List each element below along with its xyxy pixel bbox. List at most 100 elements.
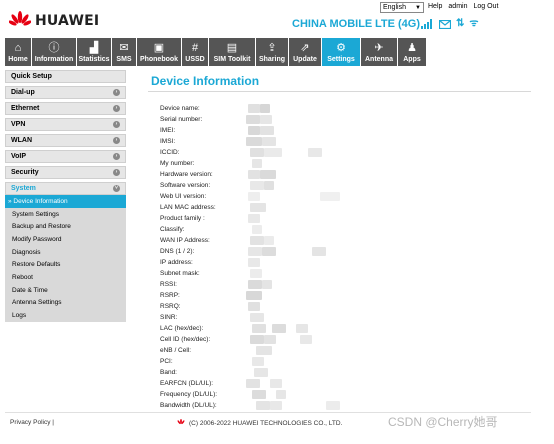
sidebar: Quick Setup Dial-up › Ethernet › VPN › WLAN › VoI… (5, 70, 126, 322)
sidebar-group-vpn[interactable]: VPN › (5, 118, 126, 131)
field-label: EARFCN (DL/UL): (160, 380, 214, 387)
field-label: IP address: (160, 259, 193, 266)
sidebar-item-modify-password[interactable]: Modify Password (5, 233, 126, 246)
wifi-icon: ᯤ (469, 18, 479, 29)
sidebar-group-label: Ethernet (11, 105, 40, 112)
redacted-value (300, 335, 312, 344)
device-info-row: Cell ID (hex/dec): (160, 334, 312, 345)
redacted-value (248, 280, 262, 289)
device-info-row: Subnet mask: (160, 268, 262, 279)
nav-label: SMS (116, 56, 132, 63)
device-info-row: EARFCN (DL/UL): (160, 378, 282, 389)
huawei-flower-icon (9, 11, 31, 26)
nav-label: Apps (403, 56, 421, 63)
field-label: Hardware version: (160, 171, 213, 178)
nav-phonebook[interactable]: ▣ Phonebook (137, 38, 181, 66)
redacted-value (264, 236, 274, 245)
sidebar-item-restore-defaults[interactable]: Restore Defaults (5, 258, 126, 271)
nav-sharing[interactable]: ⇪ Sharing (256, 38, 288, 66)
chevron-down-icon: ˅ (113, 185, 120, 192)
data-transfer-icon: ⇅ (456, 18, 465, 29)
redacted-value (246, 379, 260, 388)
sidebar-item-device-information[interactable]: » Device Information (5, 195, 126, 208)
field-label: eNB / Cell: (160, 347, 192, 354)
sidebar-item-logs[interactable]: Logs (5, 309, 126, 322)
nav-update[interactable]: ⇗ Update (289, 38, 321, 66)
update-icon: ⇗ (300, 42, 310, 54)
redacted-value (250, 335, 264, 344)
device-info-row: IMSI: (160, 136, 276, 147)
sidebar-item-system-settings[interactable]: System Settings (5, 208, 126, 221)
network-type: LTE (4G) (375, 18, 421, 30)
redacted-value (276, 390, 286, 399)
redacted-value (308, 148, 322, 157)
redacted-value (248, 214, 260, 223)
sidebar-group-voip[interactable]: VoIP › (5, 150, 126, 163)
device-info-row: ICCID: (160, 147, 322, 158)
nav-statistics[interactable]: ▟ Statistics (77, 38, 111, 66)
redacted-value (246, 291, 262, 300)
redacted-value (248, 258, 260, 267)
redacted-value (248, 126, 260, 135)
sidebar-group-label: VoIP (11, 153, 27, 160)
sidebar-item-diagnosis[interactable]: Diagnosis (5, 246, 126, 259)
watermark: CSDN @Cherry她哥 (388, 415, 498, 429)
phonebook-icon: ▣ (153, 42, 165, 54)
language-select[interactable]: English ▼ (380, 2, 424, 13)
redacted-value (264, 148, 282, 157)
info-icon: ⓘ (48, 42, 60, 54)
field-label: Frequency (DL/UL): (160, 391, 218, 398)
redacted-value (260, 104, 270, 113)
settings-icon: ⚙ (336, 42, 346, 54)
sidebar-item-date-time[interactable]: Date & Time (5, 284, 126, 297)
sidebar-item-backup-and-restore[interactable]: Backup and Restore (5, 220, 126, 233)
nav-apps[interactable]: ♟ Apps (398, 38, 426, 66)
huawei-mini-logo-icon (177, 419, 185, 425)
help-link[interactable]: Help (428, 3, 442, 10)
redacted-value (264, 181, 274, 190)
field-label: Product family : (160, 215, 205, 222)
sidebar-item-reboot[interactable]: Reboot (5, 271, 126, 284)
device-info-row: RSSI: (160, 279, 272, 290)
nav-home[interactable]: ⌂ Home (5, 38, 31, 66)
privacy-policy-link[interactable]: Privacy Policy | (10, 419, 54, 426)
redacted-value (246, 137, 262, 146)
device-info-row: WAN IP Address: (160, 235, 274, 246)
redacted-value (248, 192, 260, 201)
sidebar-group-security[interactable]: Security › (5, 166, 126, 179)
nav-label: Statistics (78, 56, 110, 63)
field-label: LAC (hex/dec): (160, 325, 204, 332)
nav-sim-toolkit[interactable]: ▤ SIM Toolkit (209, 38, 255, 66)
sidebar-group-dial-up[interactable]: Dial-up › (5, 86, 126, 99)
redacted-value (252, 159, 262, 168)
nav-information[interactable]: ⓘ Information (32, 38, 76, 66)
system-submenu: » Device Information System Settings Backu… (5, 195, 126, 322)
nav-sms[interactable]: ✉ SMS (112, 38, 136, 66)
brand-name: HUAWEI (35, 13, 100, 29)
nav-antenna[interactable]: ✈ Antenna (361, 38, 397, 66)
redacted-value (252, 225, 262, 234)
redacted-value (260, 170, 276, 179)
nav-settings[interactable]: ⚙ Settings (322, 38, 360, 66)
chevron-right-icon: › (113, 121, 120, 128)
ussd-icon: # (191, 42, 199, 54)
nav-label: Settings (327, 56, 355, 63)
copyright: (C) 2006-2022 HUAWEI TECHNOLOGIES CO., L… (176, 419, 342, 427)
redacted-value (296, 324, 308, 333)
redacted-value (250, 181, 264, 190)
device-info-row: Device name: (160, 103, 270, 114)
sidebar-group-system[interactable]: System ˅ (5, 182, 126, 195)
nav-ussd[interactable]: # USSD (182, 38, 208, 66)
logout-link[interactable]: Log Out (473, 3, 498, 10)
redacted-value (262, 280, 272, 289)
sidebar-group-wlan[interactable]: WLAN › (5, 134, 126, 147)
device-info-row: Software version: (160, 180, 274, 191)
user-link[interactable]: admin (448, 3, 467, 10)
chevron-right-icon: › (113, 153, 120, 160)
sidebar-group-quick-setup[interactable]: Quick Setup (5, 70, 126, 83)
title-divider (148, 91, 531, 92)
device-info-row: DNS (1 / 2): (160, 246, 326, 257)
sidebar-group-ethernet[interactable]: Ethernet › (5, 102, 126, 115)
sidebar-group-label: Quick Setup (11, 73, 52, 80)
sidebar-item-antenna-settings[interactable]: Antenna Settings (5, 297, 126, 310)
